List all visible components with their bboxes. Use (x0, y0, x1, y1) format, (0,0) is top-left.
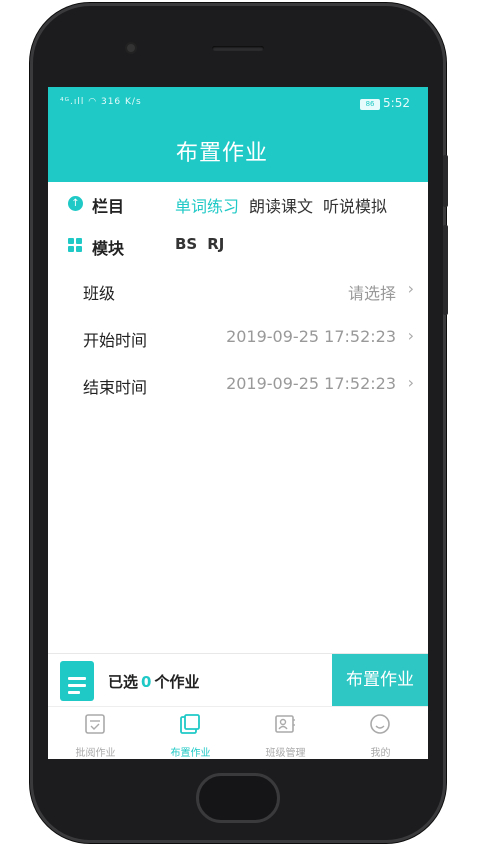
document-icon (60, 661, 94, 701)
tab-listen-speak[interactable]: 听说模拟 (323, 197, 387, 216)
module-row: 模块 BS RJ (48, 222, 428, 268)
wifi-icon: ◠ (88, 97, 98, 107)
column-label: 栏目 (92, 197, 125, 216)
nav-bar: 布置作业 (48, 117, 428, 182)
start-time-row[interactable]: 开始时间 2019-09-25 17:52:23 › (48, 314, 428, 360)
module-option-rj[interactable]: RJ (207, 235, 224, 253)
selected-count: 0 (141, 673, 152, 691)
earpiece-speaker (212, 46, 264, 51)
signal-icon: ⁴ᴳ.ıll (60, 97, 85, 107)
network-speed: 316 K/s (100, 97, 142, 107)
tab-profile[interactable]: 我的 (333, 707, 428, 759)
grid-icon (68, 238, 83, 253)
tab-read-text[interactable]: 朗读课文 (249, 197, 313, 216)
app-screen: ⁴ᴳ.ıll ◠ 316 K/s 86 5:52 布置作业 ↑ 栏目 单词练习 朗读… (48, 87, 428, 759)
tab-review[interactable]: 批阅作业 (48, 707, 143, 759)
end-time-label: 结束时间 (83, 378, 148, 397)
selection-bar: 已选 0 个作业 布置作业 (48, 653, 428, 706)
class-icon (275, 715, 295, 733)
tab-assign[interactable]: 布置作业 (143, 707, 238, 759)
up-arrow-icon: ↑ (68, 196, 83, 211)
tab-word-practice[interactable]: 单词练习 (175, 197, 239, 216)
status-right: 86 5:52 (360, 96, 410, 110)
battery-icon: 86 (360, 99, 381, 110)
assign-icon (180, 714, 200, 734)
signal-indicator: ⁴ᴳ.ıll ◠ 316 K/s (60, 97, 142, 107)
chevron-right-icon: › (407, 373, 414, 392)
page-title: 布置作业 (176, 141, 269, 166)
module-label: 模块 (92, 239, 125, 258)
assign-homework-button[interactable]: 布置作业 (332, 654, 428, 706)
class-label: 班级 (83, 284, 116, 303)
bottom-tabbar: 批阅作业 布置作业 班级管理 我的 (48, 706, 428, 759)
class-value: 请选择 (347, 284, 396, 303)
status-bar: ⁴ᴳ.ıll ◠ 316 K/s 86 5:52 (48, 87, 428, 117)
profile-icon (370, 714, 390, 734)
review-icon (85, 714, 105, 734)
power-button (443, 225, 448, 315)
home-button[interactable] (196, 773, 280, 823)
start-time-label: 开始时间 (83, 331, 148, 350)
volume-button (443, 155, 448, 207)
column-row: ↑ 栏目 单词练习 朗读课文 听说模拟 (48, 180, 428, 226)
module-option-bs[interactable]: BS (175, 235, 197, 253)
module-values: BS RJ (175, 235, 234, 253)
end-time-value: 2019-09-25 17:52:23 (226, 374, 396, 393)
clock: 5:52 (383, 96, 410, 110)
start-time-value: 2019-09-25 17:52:23 (226, 327, 396, 346)
chevron-right-icon: › (407, 326, 414, 345)
selected-count-text: 已选 0 个作业 (108, 673, 200, 691)
front-camera (127, 44, 135, 52)
tab-class-manage[interactable]: 班级管理 (238, 707, 333, 759)
class-row[interactable]: 班级 请选择 › (48, 267, 428, 313)
chevron-right-icon: › (407, 279, 414, 298)
end-time-row[interactable]: 结束时间 2019-09-25 17:52:23 › (48, 361, 428, 407)
column-tabs: 单词练习 朗读课文 听说模拟 (175, 193, 428, 217)
